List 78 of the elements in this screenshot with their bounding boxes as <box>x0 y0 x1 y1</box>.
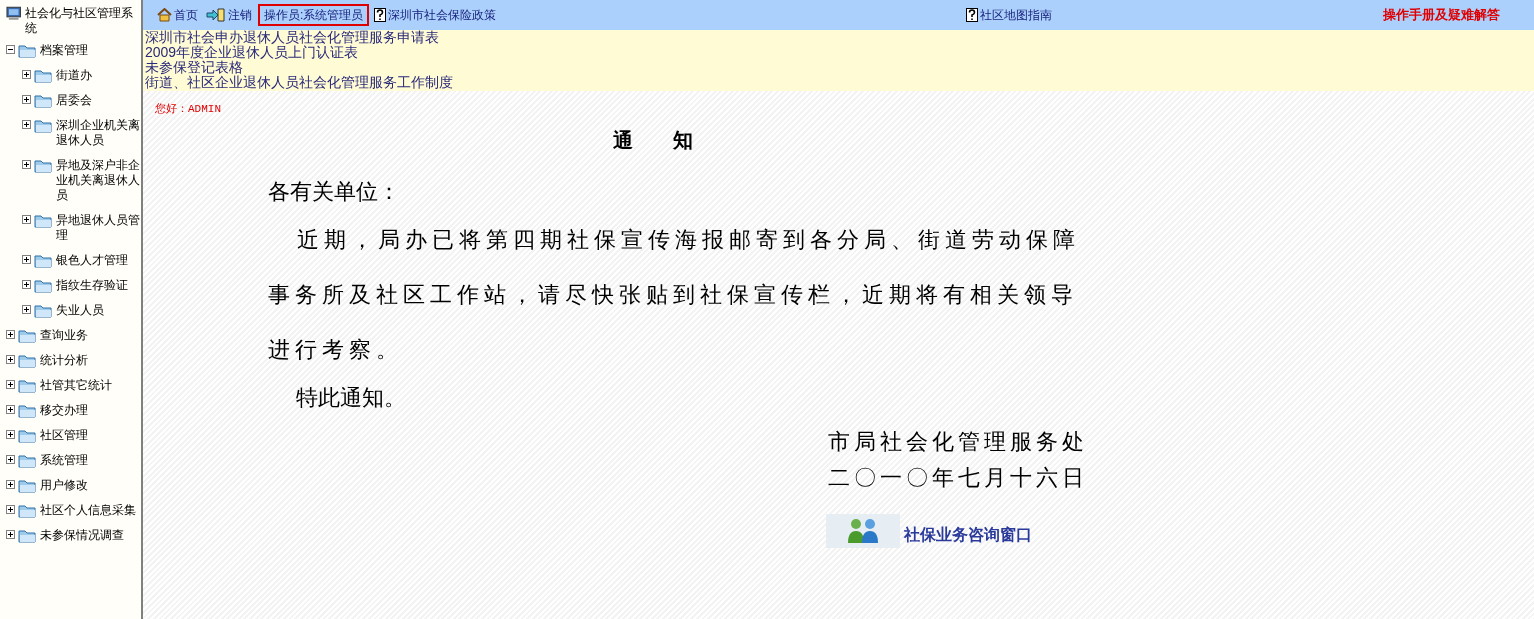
door-arrow-icon <box>206 8 226 22</box>
home-icon <box>157 8 172 22</box>
tree-item[interactable]: 银色人才管理 <box>56 253 128 268</box>
tree-item[interactable]: 档案管理 <box>40 43 88 58</box>
expand-icon[interactable] <box>22 95 31 104</box>
tree-item[interactable]: 社管其它统计 <box>40 378 112 393</box>
expand-icon[interactable] <box>22 305 31 314</box>
expand-icon[interactable] <box>22 120 31 129</box>
logout-link[interactable]: 注销 <box>206 6 252 24</box>
notice-body: 近期，局办已将第四期社保宣传海报邮寄到各分局、街道劳动保障事务所及社区工作站，请尽快张贴到社保宣传栏，近期将有相关领导进行考察。 <box>268 226 1081 364</box>
expand-icon[interactable] <box>6 480 15 489</box>
tree-item[interactable]: 查询业务 <box>40 328 88 343</box>
tree-item[interactable]: 居委会 <box>56 93 92 108</box>
expand-icon[interactable] <box>6 530 15 539</box>
expand-icon[interactable] <box>6 355 15 364</box>
document-link[interactable]: 2009年度企业退休人员上门认证表 <box>145 44 359 60</box>
document-link[interactable]: 深圳市社会申办退休人员社会化管理服务申请表 <box>145 29 439 45</box>
tree-item[interactable]: 异地及深户非企业机关离退休人员 <box>56 158 141 203</box>
folder-icon <box>34 68 52 83</box>
date-text: 二〇一〇年七月十六日 <box>828 464 1088 492</box>
computer-icon <box>6 6 22 21</box>
folder-icon <box>18 403 36 418</box>
folder-icon <box>34 278 52 293</box>
expand-icon[interactable] <box>22 215 31 224</box>
collapse-icon[interactable] <box>6 45 15 54</box>
tree-item[interactable]: 移交办理 <box>40 403 88 418</box>
folder-icon <box>34 93 52 108</box>
tree-item[interactable]: 社区个人信息采集 <box>40 503 136 518</box>
folder-icon <box>18 328 36 343</box>
tree-item[interactable]: 异地退休人员管理 <box>56 213 141 243</box>
folder-icon <box>18 478 36 493</box>
expand-icon[interactable] <box>6 430 15 439</box>
tree-item[interactable]: 失业人员 <box>56 303 104 318</box>
help-icon <box>966 8 979 22</box>
expand-icon[interactable] <box>22 255 31 264</box>
expand-icon[interactable] <box>22 70 31 79</box>
folder-icon <box>18 528 36 543</box>
tree-root-label[interactable]: 社会化与社区管理系统 <box>25 6 141 36</box>
expand-icon[interactable] <box>22 160 31 169</box>
expand-icon[interactable] <box>22 280 31 289</box>
document-link[interactable]: 街道、社区企业退休人员社会化管理服务工作制度 <box>145 74 453 90</box>
folder-icon <box>18 378 36 393</box>
expand-icon[interactable] <box>6 505 15 514</box>
folder-icon <box>18 428 36 443</box>
salutation-text: 各有关单位： <box>268 179 400 204</box>
closing-text: 特此通知。 <box>296 385 406 410</box>
operator-name-text: 操作员:系统管理员 <box>258 4 370 26</box>
expand-icon[interactable] <box>6 405 15 414</box>
tree-item[interactable]: 指纹生存验证 <box>56 278 128 293</box>
folder-icon <box>34 253 52 268</box>
folder-icon <box>34 303 52 318</box>
folder-icon <box>18 503 36 518</box>
issuer-text: 市局社会化管理服务处 <box>828 428 1088 456</box>
folder-icon <box>34 213 52 228</box>
tree-item[interactable]: 未参保情况调查 <box>40 528 124 543</box>
home-link[interactable]: 首页 <box>157 6 198 24</box>
folder-icon <box>18 453 36 468</box>
tree-item[interactable]: 用户修改 <box>40 478 88 493</box>
expand-icon[interactable] <box>6 455 15 464</box>
notice-title: 通 知 <box>613 127 693 154</box>
consult-link[interactable]: 社保业务咨询窗口 <box>904 523 1032 547</box>
help-icon <box>374 8 387 22</box>
expand-icon[interactable] <box>6 330 15 339</box>
tree-item[interactable]: 系统管理 <box>40 453 88 468</box>
folder-icon <box>34 158 52 173</box>
help-link[interactable]: 深圳市社会保险政策 <box>374 6 497 24</box>
help-link[interactable]: 社区地图指南 <box>966 6 1053 24</box>
tree-item[interactable]: 深圳企业机关离退休人员 <box>56 118 141 148</box>
users-icon <box>846 518 880 544</box>
document-link[interactable]: 未参保登记表格 <box>145 59 243 75</box>
tree-item[interactable]: 社区管理 <box>40 428 88 443</box>
folder-icon <box>18 353 36 368</box>
greeting-text: 您好：ADMIN <box>155 103 221 115</box>
folder-icon <box>18 43 36 58</box>
tree-item[interactable]: 统计分析 <box>40 353 88 368</box>
folder-icon <box>34 118 52 133</box>
tree-item[interactable]: 街道办 <box>56 68 92 83</box>
expand-icon[interactable] <box>6 380 15 389</box>
